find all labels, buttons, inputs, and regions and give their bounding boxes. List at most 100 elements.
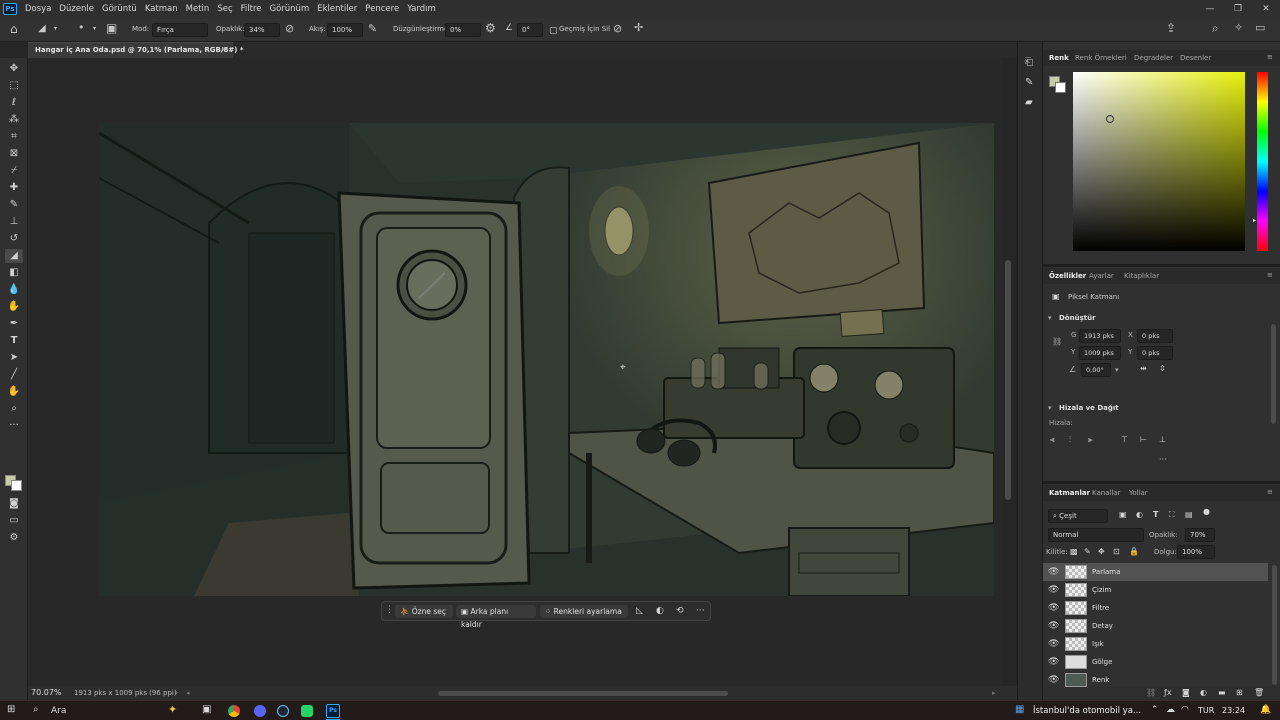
remove-background-button[interactable]: ▣ Arka planı kaldır — [456, 605, 536, 629]
hand-tool-icon[interactable]: ✋ — [5, 385, 23, 399]
menu-plugins[interactable]: Eklentiler — [313, 0, 361, 18]
scroll-right-icon[interactable]: ▸ — [992, 690, 996, 697]
pressure-opacity-icon[interactable]: ⊘ — [285, 23, 294, 34]
lock-artboard-icon[interactable]: ⊡ — [1113, 548, 1120, 556]
quick-mask-icon[interactable]: ◙ — [5, 497, 23, 511]
tray-overflow-icon[interactable]: ⌃ — [1151, 706, 1159, 715]
hue-slider[interactable]: ▸ — [1253, 72, 1268, 251]
input-language[interactable]: TUR — [1198, 707, 1214, 715]
layer-row-filtre[interactable]: 👁 Filtre — [1043, 599, 1268, 617]
taskbar-search-label[interactable]: Ara — [51, 707, 66, 716]
blend-mode-dropdown[interactable]: Normal — [1048, 528, 1144, 542]
wifi-icon[interactable]: ◠ — [1181, 706, 1189, 715]
eraser-tool-icon[interactable]: ◢ — [5, 249, 23, 263]
generate-icon[interactable]: ⚙ — [5, 531, 23, 545]
height-field[interactable]: 1009 pks — [1079, 346, 1121, 360]
history-brush-tool-icon[interactable]: ↺ — [5, 232, 23, 246]
more-tools-icon[interactable]: ··· — [5, 419, 23, 433]
more-options-icon[interactable]: ··· — [696, 607, 705, 616]
history-erase-checkbox[interactable] — [550, 27, 557, 34]
tab-properties[interactable]: Özellikler — [1049, 272, 1086, 280]
dodge-tool-icon[interactable]: ✋ — [5, 300, 23, 314]
color-background-swatch[interactable] — [1055, 82, 1066, 93]
chevron-down-icon[interactable]: ▾ — [1048, 405, 1052, 412]
menu-window[interactable]: Pencere — [361, 0, 403, 18]
visibility-eye-icon[interactable]: 👁 — [1048, 639, 1059, 649]
menu-file[interactable]: Dosya — [21, 0, 55, 18]
drag-handle-icon[interactable]: ⋮ — [385, 606, 394, 615]
panel-menu-icon[interactable]: ≡ — [1267, 488, 1273, 496]
maximize-icon[interactable]: ❐ — [1224, 0, 1252, 18]
photoshop-taskbar-icon[interactable]: Ps — [326, 704, 340, 718]
width-field[interactable]: 1913 pks — [1079, 329, 1121, 343]
windows-start-icon[interactable]: ⊞ — [7, 705, 15, 715]
filter-smart-object-icon[interactable]: ▤ — [1185, 511, 1193, 519]
gradient-tool-icon[interactable]: ◧ — [5, 266, 23, 280]
brush-settings-icon[interactable]: ▣ — [106, 22, 117, 34]
discover-icon[interactable]: ✧ — [1234, 22, 1243, 33]
tab-adjustments[interactable]: Ayarlar — [1089, 272, 1114, 280]
tab-gradients[interactable]: Degradeler — [1134, 54, 1173, 62]
lasso-tool-icon[interactable]: ℓ — [5, 96, 23, 110]
clock-time[interactable]: 23:24 — [1222, 707, 1245, 715]
angle-field[interactable]: 0° — [517, 23, 543, 37]
menu-edit[interactable]: Düzenle — [55, 0, 98, 18]
transform-icon[interactable]: ◺ — [636, 607, 643, 616]
panel-menu-icon[interactable]: ≡ — [1267, 53, 1273, 61]
align-left-icon[interactable]: ⫷ — [1050, 436, 1055, 444]
eyedropper-tool-icon[interactable]: ⌿ — [5, 164, 23, 178]
filter-shape-icon[interactable]: ⛶ — [1169, 511, 1175, 519]
crop-tool-icon[interactable]: ⌗ — [5, 130, 23, 144]
tab-paths[interactable]: Yollar — [1129, 489, 1148, 497]
smoothing-field[interactable]: 0% — [445, 23, 481, 37]
pressure-size-icon[interactable]: ⊘ — [613, 23, 622, 34]
menu-help[interactable]: Yardım — [403, 0, 440, 18]
y-field[interactable]: 0 pks — [1137, 346, 1173, 360]
layer-row-renk[interactable]: 👁 Renk — [1043, 671, 1268, 687]
whatsapp-icon[interactable] — [301, 705, 313, 717]
search-icon[interactable]: ⌕ — [1212, 22, 1219, 34]
generate-fill-icon[interactable]: ⟲ — [676, 607, 684, 616]
chevron-down-icon[interactable]: ▾ — [1048, 315, 1052, 322]
path-select-tool-icon[interactable]: ➤ — [5, 351, 23, 365]
search-icon[interactable]: ⌕ — [33, 705, 39, 715]
history-panel-icon[interactable]: ⎗ — [1025, 58, 1033, 68]
align-right-icon[interactable]: ⫸ — [1088, 436, 1093, 444]
layer-filter-dropdown[interactable]: ⌕ Çeşit — [1048, 509, 1108, 523]
notifications-icon[interactable]: 🔔 — [1260, 706, 1271, 715]
picker-cursor-icon[interactable] — [1106, 115, 1114, 123]
menu-filter[interactable]: Filtre — [237, 0, 266, 18]
layer-row-golge[interactable]: 👁 Gölge — [1043, 653, 1268, 671]
eraser-preset-icon[interactable]: ◢ — [38, 24, 46, 34]
close-tab-icon[interactable]: ✕ — [221, 47, 227, 54]
filter-toggle-icon[interactable]: ● — [1203, 508, 1210, 516]
symmetry-icon[interactable]: ✢ — [634, 22, 643, 33]
background-color-swatch[interactable] — [11, 480, 22, 491]
menu-image[interactable]: Görüntü — [98, 0, 141, 18]
tab-patterns[interactable]: Desenler — [1180, 54, 1211, 62]
add-mask-icon[interactable]: ◙ — [1182, 689, 1190, 697]
share-icon[interactable]: ⇪ — [1166, 22, 1176, 34]
mask-icon[interactable]: ◐ — [656, 607, 664, 616]
link-layers-icon[interactable]: ⛓ — [1146, 689, 1156, 697]
steam-icon[interactable] — [277, 705, 289, 717]
fill-field[interactable]: 100% — [1177, 545, 1215, 559]
layer-row-detay[interactable]: 👁 Detay — [1043, 617, 1268, 635]
cloud-icon[interactable]: ☁ — [1166, 706, 1175, 715]
marquee-tool-icon[interactable]: ⬚ — [5, 79, 23, 93]
healing-brush-tool-icon[interactable]: ✚ — [5, 181, 23, 195]
align-top-icon[interactable]: ⊤ — [1121, 436, 1128, 444]
hue-slider-handle-icon[interactable]: ▸ — [1253, 217, 1256, 224]
properties-scrollbar[interactable] — [1271, 324, 1276, 424]
flow-field[interactable]: 100% — [327, 23, 363, 37]
more-options-icon[interactable]: ··· — [1159, 456, 1167, 464]
canvas-artwork[interactable]: ⌖ — [99, 123, 994, 596]
gear-icon[interactable]: ⚙ — [485, 22, 496, 34]
mode-dropdown[interactable]: Fırça — [152, 23, 208, 37]
workspace-icon[interactable]: ▭ — [1255, 22, 1265, 33]
layer-row-parlama[interactable]: 👁 Parlama — [1043, 563, 1268, 581]
layers-scrollbar[interactable] — [1272, 565, 1277, 685]
x-field[interactable]: 0 pks — [1137, 329, 1173, 343]
visibility-eye-icon[interactable]: 👁 — [1048, 603, 1059, 613]
zoom-level[interactable]: 70.07% — [31, 689, 62, 697]
